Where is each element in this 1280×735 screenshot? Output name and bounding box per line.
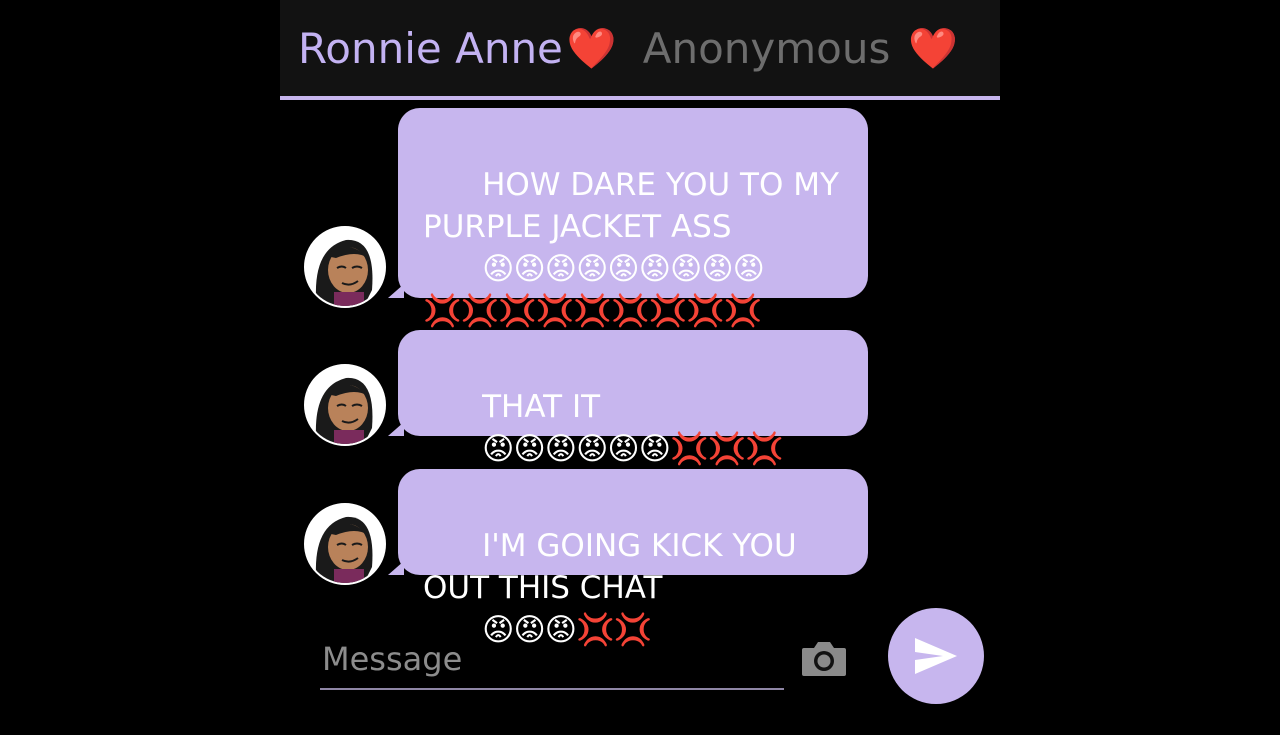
- message-row: THAT IT 😡😡😡😡😡😡💢💢💢: [280, 330, 1000, 467]
- message-emojis: 😡😡😡😡😡😡💢💢💢: [482, 431, 784, 467]
- bubble-tail: [388, 422, 404, 436]
- send-button[interactable]: [888, 608, 984, 704]
- camera-icon: [802, 642, 846, 676]
- send-icon: [915, 638, 957, 674]
- chat-screen: Ronnie Anne ❤️ Anonymous ❤️ HOW DARE YOU…: [280, 0, 1000, 720]
- message-text: THAT IT: [482, 389, 601, 425]
- tab-anonymous[interactable]: Anonymous ❤️: [617, 24, 958, 73]
- avatar[interactable]: [304, 364, 386, 446]
- avatar[interactable]: [304, 226, 386, 308]
- message-composer: [320, 630, 784, 690]
- message-text: I'M GOING KICK YOU OUT THIS CHAT: [423, 528, 807, 606]
- message-bubble: THAT IT 😡😡😡😡😡😡💢💢💢: [388, 330, 868, 467]
- message-text: HOW DARE YOU TO MY PURPLE JACKET ASS: [423, 167, 849, 245]
- message-bubble: I'M GOING KICK YOU OUT THIS CHAT 😡😡😡💢💢: [388, 469, 868, 648]
- heart-icon: ❤️: [908, 25, 959, 72]
- message-bubble: HOW DARE YOU TO MY PURPLE JACKET ASS 😡😡😡…: [388, 108, 868, 329]
- heart-icon: ❤️: [566, 25, 617, 72]
- camera-button[interactable]: [800, 640, 848, 678]
- message-emojis: 😡😡😡😡😡😡😡😡😡💢💢💢💢💢💢💢💢💢: [423, 251, 765, 329]
- avatar-portrait-icon: [306, 505, 384, 583]
- message-row: I'M GOING KICK YOU OUT THIS CHAT 😡😡😡💢💢: [280, 469, 1000, 648]
- avatar-portrait-icon: [306, 366, 384, 444]
- tab-ronnie-anne[interactable]: Ronnie Anne ❤️: [280, 24, 617, 73]
- avatar[interactable]: [304, 503, 386, 585]
- message-input[interactable]: [320, 636, 764, 682]
- bubble-tail: [388, 561, 404, 575]
- message-row: HOW DARE YOU TO MY PURPLE JACKET ASS 😡😡😡…: [280, 108, 1000, 329]
- bubble-tail: [388, 284, 404, 298]
- chat-header: Ronnie Anne ❤️ Anonymous ❤️: [280, 0, 1000, 100]
- avatar-portrait-icon: [306, 228, 384, 306]
- tab-label: Ronnie Anne: [298, 23, 563, 73]
- tab-label: Anonymous: [642, 23, 891, 73]
